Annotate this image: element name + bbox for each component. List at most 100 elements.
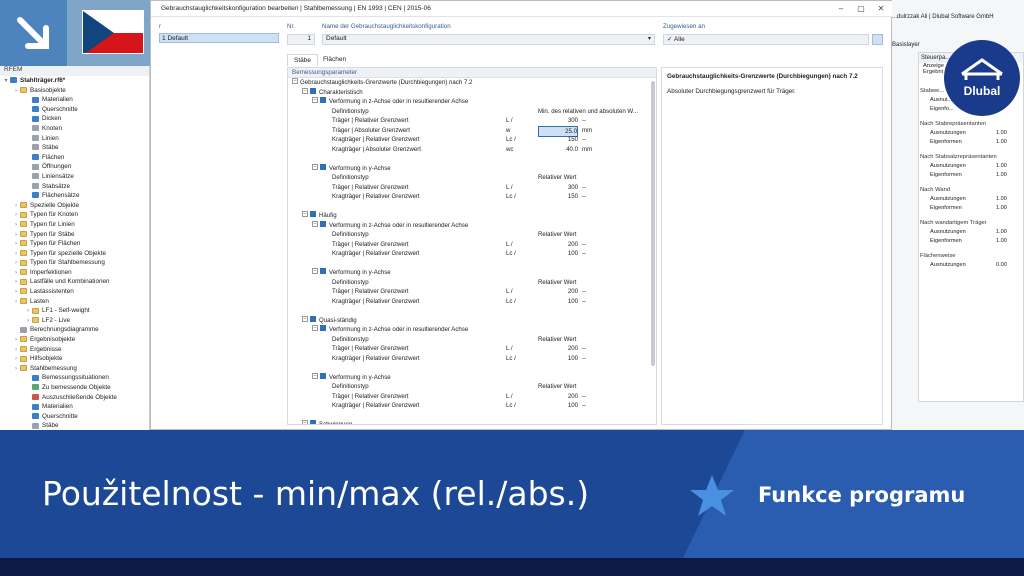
grid-cell-val[interactable]: 100 bbox=[538, 401, 578, 411]
collapse-icon[interactable]: – bbox=[302, 87, 308, 94]
grid-cell-val[interactable]: Relativer Wert bbox=[538, 382, 577, 392]
grid-cell-val[interactable]: Relativer Wert bbox=[538, 278, 577, 288]
navigator-item[interactable]: › Typen für Flächen bbox=[0, 239, 149, 249]
layer-label[interactable]: Basislayer bbox=[892, 42, 920, 48]
navigator-item[interactable]: Flächensätze bbox=[0, 191, 149, 201]
collapse-icon[interactable]: – bbox=[312, 325, 318, 332]
control-row-value[interactable]: 1.00 bbox=[996, 172, 1007, 178]
grid-row[interactable]: Träger | Relativer Grenzwert L / 300 -- bbox=[288, 183, 656, 193]
navigator-item[interactable]: › LF1 - Self-weight bbox=[0, 306, 149, 316]
tab-surfaces[interactable]: Flächen bbox=[317, 54, 352, 66]
navigator-item[interactable]: › Lastfälle und Kombinationen bbox=[0, 277, 149, 287]
grid-cell-val[interactable]: 300 bbox=[538, 116, 578, 126]
grid-row[interactable]: Definitionstyp Relativer Wert bbox=[288, 382, 656, 392]
control-section-title[interactable]: Nach Stabsatzrepräsentanten bbox=[920, 154, 997, 160]
grid-group-row[interactable]: – Häufig bbox=[288, 211, 656, 221]
checkbox[interactable] bbox=[310, 87, 316, 94]
grid-row[interactable]: Kragträger | Relativer Grenzwert Lc / 150-… bbox=[288, 192, 656, 202]
navigator-item[interactable]: Materialien bbox=[0, 402, 149, 412]
navigator-item[interactable]: Flächen bbox=[0, 153, 149, 163]
collapse-icon[interactable]: – bbox=[312, 97, 318, 104]
close-icon[interactable]: ✕ bbox=[871, 1, 891, 17]
grid-cell-val[interactable]: 200 bbox=[538, 287, 578, 297]
grid-block-row[interactable]: – Verformung in z-Achse oder in resultier… bbox=[288, 97, 656, 107]
grid-row[interactable]: Definitionstyp Relativer Wert bbox=[288, 335, 656, 345]
navigator-item[interactable]: › Stahlbemessung bbox=[0, 364, 149, 374]
collapse-icon[interactable]: – bbox=[302, 420, 308, 424]
control-row-value[interactable]: 0.00 bbox=[996, 262, 1007, 268]
grid-cell-val[interactable]: 200 bbox=[538, 344, 578, 354]
control-row-value[interactable]: 1.00 bbox=[996, 229, 1007, 235]
checkbox[interactable] bbox=[310, 420, 316, 424]
control-row-value[interactable]: 1.00 bbox=[996, 163, 1007, 169]
name-field[interactable]: Default ▾ bbox=[322, 34, 655, 45]
chevron-down-icon[interactable]: ▾ bbox=[648, 35, 651, 42]
navigator-item[interactable]: › Typen für spezielle Objekte bbox=[0, 249, 149, 259]
navigator-item[interactable]: › Typen für Linien bbox=[0, 220, 149, 230]
grid-block-row[interactable]: – Verformung in z-Achse oder in resultier… bbox=[288, 220, 656, 231]
navigator-file[interactable]: ▾ Stahlträger.rf6* bbox=[0, 76, 149, 86]
navigator-item[interactable]: › Imperfektionen bbox=[0, 268, 149, 278]
grid-row[interactable]: Kragträger | Relativer Grenzwert Lc / 100-… bbox=[288, 401, 656, 411]
control-section-title[interactable]: Nach wandartigem Träger bbox=[920, 220, 987, 226]
grid-row[interactable]: Definitionstyp Relativer Wert bbox=[288, 278, 656, 288]
navigator-item[interactable]: › Hilfsobjekte bbox=[0, 354, 149, 364]
grid-block-row[interactable]: – Verformung in y-Achse bbox=[288, 268, 656, 278]
checkbox[interactable] bbox=[320, 325, 326, 332]
collapse-icon[interactable]: – bbox=[312, 163, 318, 170]
navigator-item[interactable]: Liniensätze bbox=[0, 172, 149, 182]
grid-row[interactable]: Träger | Relativer Grenzwert L / 200 -- bbox=[288, 287, 656, 297]
assigned-field[interactable]: ✓ Alle bbox=[663, 34, 869, 45]
grid-row[interactable]: Träger | Relativer Grenzwert L / 200 -- bbox=[288, 392, 656, 402]
navigator-item[interactable]: › Ergebnisse bbox=[0, 345, 149, 355]
navigator-item[interactable]: Stäbe bbox=[0, 143, 149, 153]
control-row-value[interactable]: 1.00 bbox=[996, 238, 1007, 244]
grid-group-row[interactable]: – Quasi-ständig bbox=[288, 315, 656, 326]
tab-members[interactable]: Stäbe bbox=[287, 54, 318, 66]
navigator-item[interactable]: Stabsätze bbox=[0, 182, 149, 192]
control-row-value[interactable]: 1.00 bbox=[996, 130, 1007, 136]
grid-row[interactable]: Kragträger | Relativer Grenzwert Lc / 100-… bbox=[288, 354, 656, 364]
navigator-item[interactable]: Zu bemessende Objekte bbox=[0, 383, 149, 393]
no-field[interactable]: 1 bbox=[287, 34, 315, 45]
checkbox[interactable] bbox=[320, 268, 326, 275]
grid-cell-val[interactable]: 300 bbox=[538, 183, 578, 193]
navigator-item[interactable]: › LF2 - Live bbox=[0, 316, 149, 326]
grid-row[interactable]: Definitionstyp Relativer Wert bbox=[288, 230, 656, 240]
navigator-item[interactable]: Berechnungsdiagramme bbox=[0, 325, 149, 335]
navigator-item[interactable]: Querschnitte bbox=[0, 105, 149, 115]
grid-row[interactable]: Definitionstyp Min. des relativen und abs… bbox=[288, 107, 656, 117]
navigator-item[interactable]: Dicken bbox=[0, 114, 149, 124]
grid-cell-val[interactable]: Min. des relativen und absoluten W... bbox=[538, 107, 638, 117]
checkbox[interactable] bbox=[320, 372, 326, 379]
grid-scrollbar[interactable] bbox=[651, 81, 655, 366]
navigator-item[interactable]: Knoten bbox=[0, 124, 149, 134]
grid-cell-val[interactable]: 100 bbox=[538, 297, 578, 307]
grid-row[interactable]: Kragträger | Relativer Grenzwert Lc / 100-… bbox=[288, 297, 656, 307]
grid-block-row[interactable]: – Verformung in z-Achse oder in resultier… bbox=[288, 325, 656, 335]
control-section-title[interactable]: Stabwe... bbox=[920, 88, 944, 94]
navigator-item[interactable]: Querschnitte bbox=[0, 412, 149, 422]
grid-cell-val[interactable]: 40.0 bbox=[538, 145, 578, 155]
navigator-item[interactable]: › Typen für Stahlbemessung bbox=[0, 258, 149, 268]
grid-row[interactable]: Träger | Relativer Grenzwert L / 200 -- bbox=[288, 240, 656, 250]
collapse-icon[interactable]: – bbox=[302, 315, 308, 322]
grid-cell-val[interactable]: 200 bbox=[538, 392, 578, 402]
maximize-icon[interactable]: ▢ bbox=[851, 1, 871, 17]
navigator-item[interactable]: › Ergebnisobjekte bbox=[0, 335, 149, 345]
grid-row[interactable]: Kragträger | Relativer Grenzwert Lc / 100-… bbox=[288, 249, 656, 259]
grid-cell-val[interactable]: 100 bbox=[538, 249, 578, 259]
control-section-title[interactable]: Nach Stabrepräsentanten bbox=[920, 121, 986, 127]
navigator-item[interactable]: › Basisobjekte bbox=[0, 86, 149, 96]
collapse-icon[interactable]: – bbox=[292, 78, 298, 85]
collapse-icon[interactable]: – bbox=[302, 211, 308, 218]
collapse-icon[interactable]: – bbox=[312, 372, 318, 379]
grid-root-row[interactable]: – Gebrauchstauglichkeits-Grenzwerte (Durc… bbox=[288, 78, 656, 88]
grid-cell-val[interactable]: 150 bbox=[538, 192, 578, 202]
grid-row[interactable]: Kragträger | Absoluter Grenzwert wc 40.0 mm bbox=[288, 145, 656, 155]
config-list-item[interactable]: 1 Default bbox=[159, 33, 279, 43]
collapse-icon[interactable]: – bbox=[312, 220, 318, 227]
control-row-value[interactable]: 1.00 bbox=[996, 139, 1007, 145]
grid-row[interactable]: Träger | Absoluter Grenzwert w 25.0 mm bbox=[288, 125, 656, 137]
checkbox[interactable] bbox=[320, 97, 326, 104]
